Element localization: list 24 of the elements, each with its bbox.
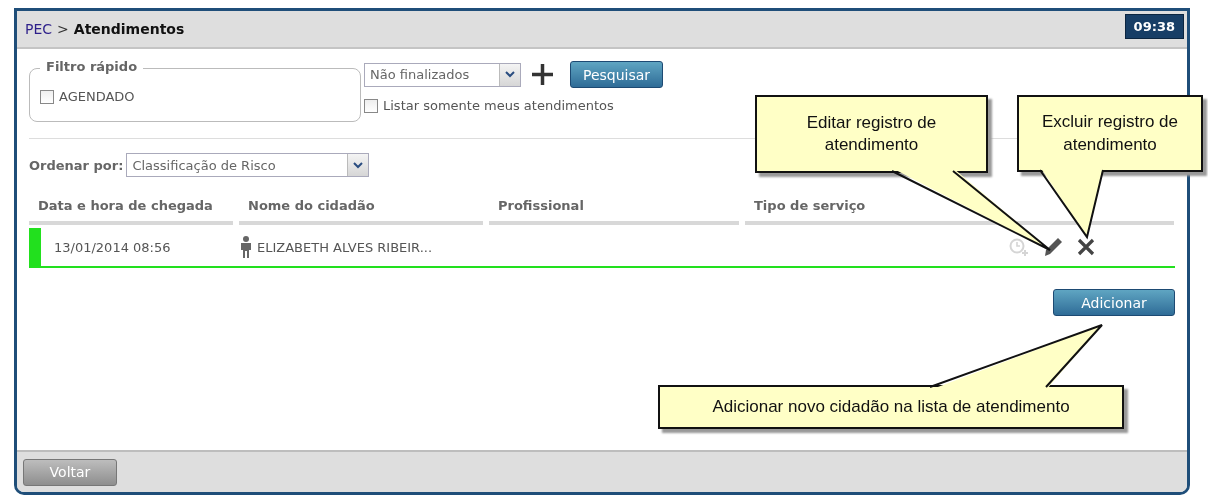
add-button[interactable]: Adicionar: [1053, 289, 1175, 316]
group-legend: Filtro rápido: [40, 59, 144, 74]
plus-icon[interactable]: [531, 63, 554, 86]
checkbox-label: AGENDADO: [59, 89, 135, 104]
checkbox[interactable]: [364, 98, 378, 113]
column-header: Data e hora de chegada: [29, 198, 233, 225]
column-header: Profissional: [489, 198, 739, 225]
clock: 09:38: [1124, 14, 1184, 39]
column-header: Nome do cidadão: [239, 198, 483, 225]
person-icon: [239, 236, 253, 258]
search-button[interactable]: Pesquisar: [570, 61, 664, 88]
callout: Editar registro de atendimento: [755, 95, 988, 173]
checkbox-label: Listar somente meus atendimentos: [383, 98, 614, 113]
table-cell-text: 13/01/2014 08:56: [53, 239, 172, 255]
table-cell: ELIZABETH ALVES RIBEIR...: [257, 239, 433, 255]
breadcrumb-separator: >: [57, 21, 69, 37]
sort-label: Ordenar por:: [29, 157, 124, 173]
close-icon[interactable]: [1077, 238, 1095, 256]
checkbox[interactable]: [40, 89, 54, 104]
breadcrumb-link[interactable]: PEC: [25, 21, 53, 37]
callout: Adicionar novo cidadão na lista de atendimento: [658, 385, 1124, 429]
status-dropdown[interactable]: Não finalizados: [364, 62, 521, 87]
page-title: Atendimentos: [73, 21, 185, 37]
sort-dropdown[interactable]: Classificação de Risco: [126, 153, 370, 177]
